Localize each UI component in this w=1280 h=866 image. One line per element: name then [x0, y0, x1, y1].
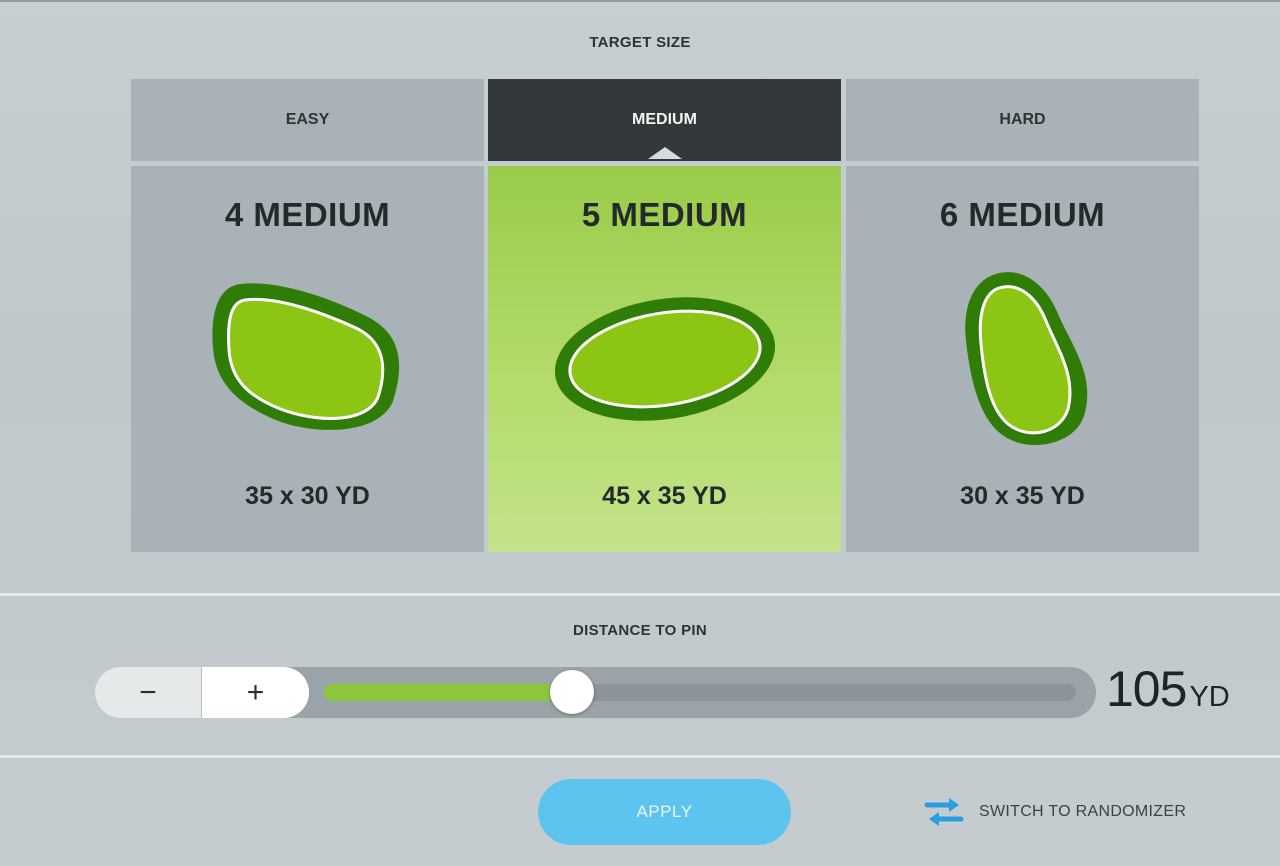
target-card-size: 35 x 30 YD	[245, 482, 370, 510]
section-divider	[0, 755, 1280, 758]
apply-button[interactable]: APPLY	[538, 779, 791, 845]
target-card-title: 5 MEDIUM	[581, 196, 748, 233]
target-card-size: 45 x 35 YD	[602, 482, 727, 510]
target-options: 4 MEDIUM 35 x 30 YD 5 MEDIUM 45 x 35 YD …	[131, 166, 1199, 552]
tab-medium-label: MEDIUM	[632, 111, 697, 128]
distance-value: 105	[1106, 661, 1187, 717]
distance-slider-thumb[interactable]	[550, 670, 595, 714]
target-card-title: 6 MEDIUM	[939, 196, 1106, 233]
pear-green-icon	[965, 272, 1088, 446]
switch-to-randomizer-label: SWITCH TO RANDOMIZER	[979, 803, 1187, 820]
difficulty-tabs: EASY MEDIUM HARD	[131, 79, 1199, 161]
distance-readout: 105 YD	[1106, 660, 1230, 718]
target-card-title: 4 MEDIUM	[224, 196, 391, 233]
oval-green-icon	[554, 297, 776, 421]
increase-distance-button[interactable]: +	[202, 667, 309, 718]
top-border	[0, 0, 1280, 2]
tab-easy[interactable]: EASY	[131, 79, 484, 161]
distance-to-pin-title: DISTANCE TO PIN	[573, 622, 707, 639]
kidney-green-icon	[212, 283, 400, 430]
target-size-title: TARGET SIZE	[589, 34, 691, 51]
distance-unit: YD	[1189, 681, 1230, 713]
distance-stepper: − +	[95, 667, 309, 718]
decrease-distance-button[interactable]: −	[95, 667, 202, 718]
tab-hard-label: HARD	[999, 111, 1046, 128]
target-card-6-medium[interactable]: 6 MEDIUM 30 x 35 YD	[846, 166, 1199, 552]
target-card-4-medium[interactable]: 4 MEDIUM 35 x 30 YD	[131, 166, 484, 552]
section-divider	[0, 593, 1280, 596]
tab-medium[interactable]: MEDIUM	[488, 79, 841, 161]
swap-arrows-icon	[924, 798, 964, 826]
switch-to-randomizer-button[interactable]: SWITCH TO RANDOMIZER	[923, 793, 1186, 831]
target-card-size: 30 x 35 YD	[960, 482, 1085, 510]
tab-hard[interactable]: HARD	[846, 79, 1199, 161]
tab-easy-label: EASY	[285, 111, 330, 128]
distance-slider-fill	[324, 684, 573, 701]
target-card-5-medium[interactable]: 5 MEDIUM 45 x 35 YD	[488, 166, 841, 552]
active-tab-caret-icon	[647, 147, 682, 159]
